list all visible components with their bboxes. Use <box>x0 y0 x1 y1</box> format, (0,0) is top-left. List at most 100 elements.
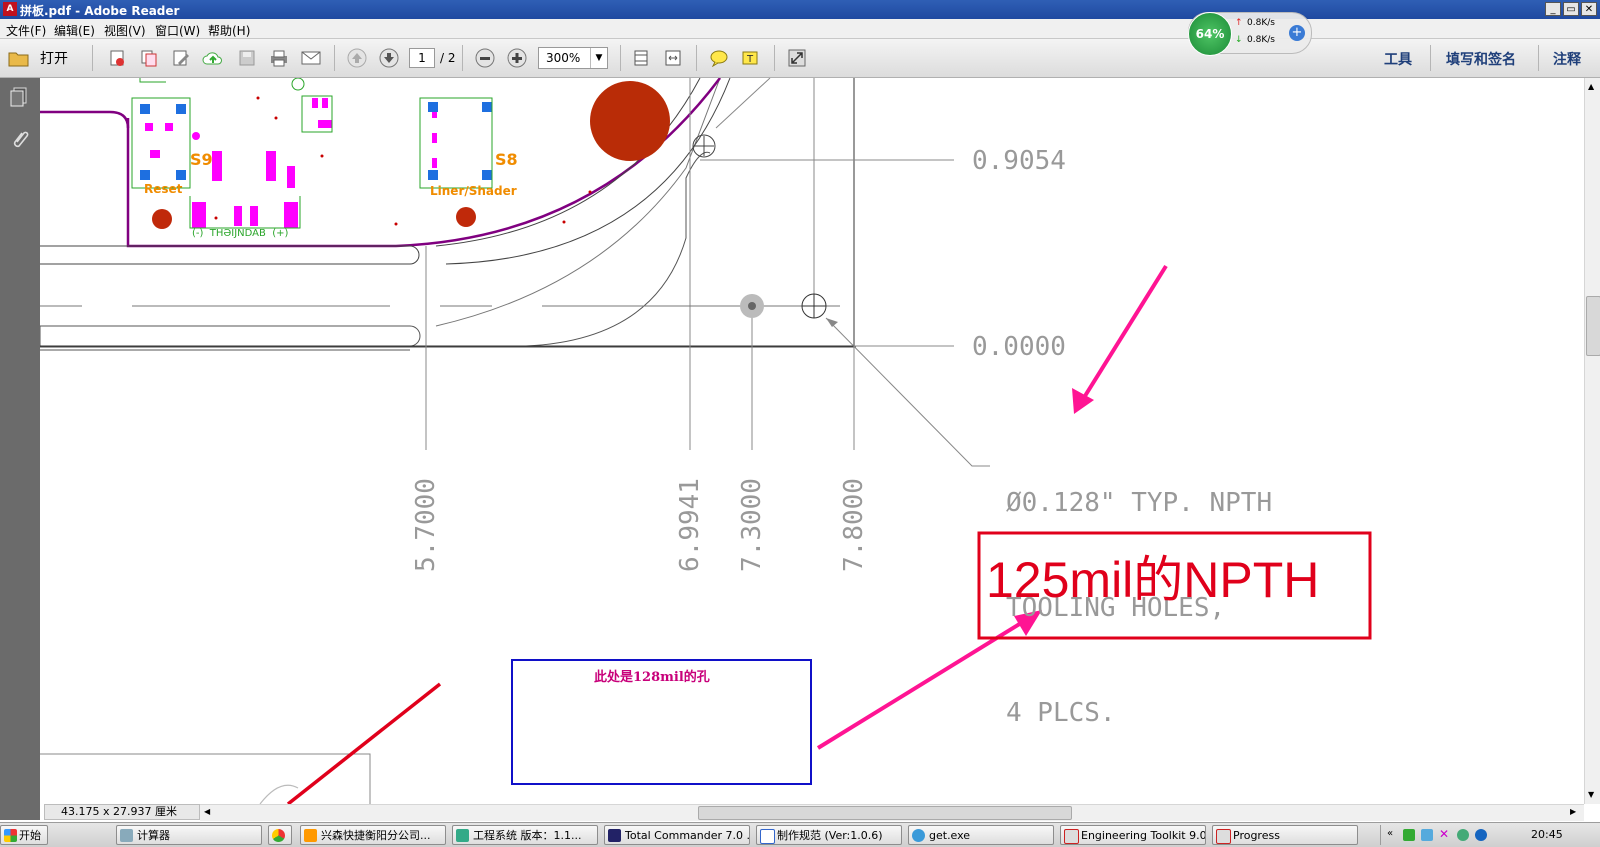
adobe-reader-icon: A <box>3 2 17 16</box>
plus-icon[interactable]: + <box>1289 25 1305 41</box>
pcb-label-s8: S8 <box>495 150 518 169</box>
callout-line-1: Ø0.128" TYP. NPTH <box>1006 488 1273 518</box>
download-speed: 0.8K/s <box>1247 35 1275 45</box>
zoom-out-button[interactable] <box>474 47 496 69</box>
toolkit-icon <box>1064 829 1079 844</box>
upload-arrow-icon: ↑ <box>1235 18 1243 28</box>
dimension-5-7000: 5.7000 <box>411 478 441 572</box>
menu-edit[interactable]: 编辑(E) <box>54 22 95 39</box>
save-button[interactable] <box>236 47 258 69</box>
arrow-up-icon <box>347 48 367 68</box>
chevron-down-icon[interactable]: ▼ <box>590 48 607 68</box>
restore-button[interactable]: ▭ <box>1563 2 1579 16</box>
vertical-scrollbar[interactable]: ▲ ▼ <box>1584 78 1600 804</box>
minus-icon <box>475 48 495 68</box>
page-number-input[interactable]: 1 <box>409 48 435 68</box>
pcb-label-liner-shader: Liner/Shader <box>430 184 517 198</box>
page-total: / 2 <box>440 51 456 65</box>
combine-icon <box>141 50 157 67</box>
fit-width-button[interactable] <box>662 47 684 69</box>
close-button[interactable]: ✕ <box>1581 2 1597 16</box>
menu-window[interactable]: 窗口(W) <box>155 22 200 39</box>
app-icon <box>456 829 469 842</box>
star-icon <box>304 829 317 842</box>
create-pdf-button[interactable] <box>106 47 128 69</box>
tray-network-icon[interactable] <box>1403 829 1415 841</box>
navigation-panel <box>0 78 40 820</box>
menu-help[interactable]: 帮助(H) <box>208 22 250 39</box>
task-engineering-toolkit[interactable]: Engineering Toolkit 9.0... <box>1060 825 1206 845</box>
open-button[interactable]: 打开 <box>8 47 68 69</box>
pcb-label-backlight: (-) THƏIJNDAB (+) <box>192 228 289 239</box>
scroll-left-icon[interactable]: ◀ <box>204 807 210 816</box>
minimize-button[interactable]: _ <box>1545 2 1561 16</box>
taskbar: 开始 计算器 兴森快捷衡阳分公司... 工程系统 版本：1.1... Total… <box>0 822 1600 847</box>
tray-expand-icon[interactable]: « <box>1387 828 1393 839</box>
dimension-6-9941: 6.9941 <box>675 478 705 572</box>
paperclip-icon[interactable] <box>8 128 30 150</box>
pencil-icon <box>173 50 189 66</box>
combine-button[interactable] <box>138 47 160 69</box>
document-view[interactable]: S9 S8 Reset Liner/Shader (-) THƏIJNDAB (… <box>40 78 1584 804</box>
task-company[interactable]: 兴森快捷衡阳分公司... <box>300 825 446 845</box>
dimension-0-0000: 0.0000 <box>972 332 1066 362</box>
zoom-select[interactable]: 300% ▼ <box>538 47 608 69</box>
horizontal-scroll-thumb[interactable] <box>698 806 1072 820</box>
scroll-down-icon[interactable]: ▼ <box>1588 790 1594 799</box>
expand-icon <box>788 49 806 67</box>
tray-app-icon[interactable] <box>1457 829 1469 841</box>
network-speed-widget[interactable]: 64% ↑ 0.8K/s ↓ 0.8K/s + <box>1188 12 1312 56</box>
upload-speed: 0.8K/s <box>1247 18 1275 28</box>
fit-page-button[interactable] <box>630 47 652 69</box>
pages-icon[interactable] <box>8 86 30 108</box>
cloud-upload-icon <box>202 52 222 65</box>
windows-logo-icon <box>4 829 17 842</box>
task-engineering-system[interactable]: 工程系统 版本：1.1... <box>452 825 598 845</box>
fullscreen-button[interactable] <box>786 47 808 69</box>
scroll-up-icon[interactable]: ▲ <box>1588 82 1594 91</box>
task-spec[interactable]: 制作规范 (Ver:1.0.6) <box>756 825 902 845</box>
print-button[interactable] <box>268 47 290 69</box>
envelope-icon <box>301 51 321 65</box>
dimension-7-3000: 7.3000 <box>737 478 767 572</box>
horizontal-scrollbar[interactable]: ◀ ▶ <box>200 804 1584 821</box>
tools-pane-button[interactable]: 工具 <box>1384 49 1412 69</box>
task-progress[interactable]: Progress <box>1212 825 1358 845</box>
progress-icon <box>1216 829 1231 844</box>
prev-page-button[interactable] <box>346 47 368 69</box>
task-total-commander[interactable]: Total Commander 7.0 ... <box>604 825 750 845</box>
dimension-0-9054: 0.9054 <box>972 146 1066 176</box>
edit-button[interactable] <box>170 47 192 69</box>
next-page-button[interactable] <box>378 47 400 69</box>
zoom-in-button[interactable] <box>506 47 528 69</box>
start-label: 开始 <box>19 829 41 842</box>
fit-width-icon <box>665 50 681 66</box>
vertical-scroll-thumb[interactable] <box>1586 296 1600 356</box>
start-button[interactable]: 开始 <box>0 825 48 845</box>
email-button[interactable] <box>300 47 322 69</box>
scroll-right-icon[interactable]: ▶ <box>1570 807 1576 816</box>
annotation-125mil-npth[interactable]: 125mil的NPTH <box>986 540 1319 612</box>
task-chrome[interactable] <box>268 825 292 845</box>
folder-icon <box>8 52 29 67</box>
tray-security-icon[interactable] <box>1421 829 1433 841</box>
toolbar: 打开 1 / 2 300% ▼ T 工具 填写和签名 注释 <box>0 39 1600 78</box>
page-size-indicator: 43.175 x 27.937 厘米 <box>44 804 200 820</box>
menu-file[interactable]: 文件(F) <box>6 22 46 39</box>
fill-sign-pane-button[interactable]: 填写和签名 <box>1446 49 1516 69</box>
calculator-icon <box>120 829 133 842</box>
tray-close-icon[interactable]: ✕ <box>1439 827 1449 841</box>
clock[interactable]: 20:45 <box>1531 828 1563 841</box>
plus-icon <box>507 48 527 68</box>
globe-icon <box>912 829 925 842</box>
highlight-button[interactable]: T <box>740 47 762 69</box>
annotation-128mil-hole[interactable]: 此处是128mil的孔 <box>594 666 710 685</box>
task-calculator[interactable]: 计算器 <box>116 825 262 845</box>
comment-pane-button[interactable]: 注释 <box>1553 49 1581 69</box>
task-get-exe[interactable]: get.exe <box>908 825 1054 845</box>
floppy-icon <box>608 829 621 842</box>
comment-button[interactable] <box>708 47 730 69</box>
bluetooth-icon[interactable] <box>1475 829 1487 841</box>
upload-button[interactable] <box>202 47 224 69</box>
menu-view[interactable]: 视图(V) <box>104 22 146 39</box>
